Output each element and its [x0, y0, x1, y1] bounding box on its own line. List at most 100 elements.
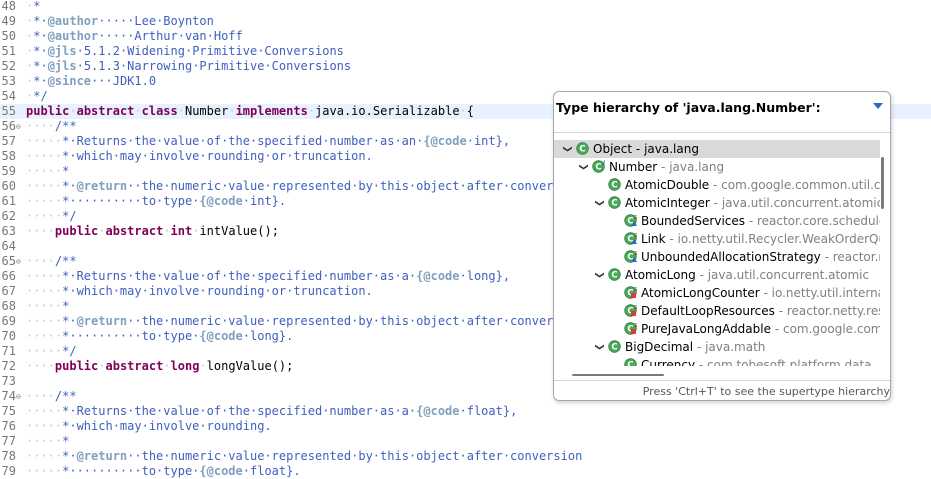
code-line[interactable]: 51 ·*·@jls·5.1.2·Widening·Primitive·Conve… — [0, 44, 931, 59]
type-name: Number — [609, 160, 658, 174]
tree-item-currency[interactable]: C Currency - com.tobesoft.platform.data — [554, 356, 880, 366]
static-final-class-icon: CS — [624, 232, 638, 245]
code-line[interactable]: 53 ·*·@since···JDK1.0 — [0, 74, 931, 89]
line-number: 48 — [1, 0, 16, 13]
popup-footer: Press 'Ctrl+T' to see the supertype hier… — [554, 380, 890, 400]
type-name: UnboundedAllocationStrategy — [641, 250, 821, 264]
tree-item-label: AtomicInteger - java.util.concurrent.ato… — [625, 194, 880, 212]
line-number: 63 — [1, 224, 16, 238]
fold-toggle-icon[interactable]: ⊖ — [16, 389, 24, 404]
code-text: ····public·abstract·int·intValue(); — [26, 224, 279, 238]
code-line[interactable]: 49 ·*·@author·····Lee·Boynton — [0, 14, 931, 29]
code-text: ·*·@jls·5.1.2·Widening·Primitive·Convers… — [26, 44, 344, 58]
tree-item-atomiclong[interactable]: ❯ C AtomicLong - java.util.concurrent.atom… — [554, 266, 880, 284]
tree-item-number[interactable]: ❯CANumber - java.lang — [554, 158, 880, 176]
package-name: com.google.common.util.concurrent — [721, 178, 880, 192]
svg-text:C: C — [595, 163, 601, 173]
tree-item-link[interactable]: CSLink - io.netty.util.Recycler.WeakOrde… — [554, 230, 880, 248]
tree-item-atomicinteger[interactable]: ❯ C AtomicInteger - java.util.concurrent.a… — [554, 194, 880, 212]
expand-chevron-icon[interactable]: ❯ — [590, 198, 608, 208]
code-text: ·····*·Returns·the·value·of·the·specifie… — [26, 269, 511, 283]
tree-item-label: AtomicLong - java.util.concurrent.atomic — [625, 266, 869, 284]
tree-item-purejavalongaddable[interactable]: CSPureJavaLongAddable - com.google.commo… — [554, 320, 880, 338]
code-line[interactable]: 79 ·····*··········to·type·{@code·float}. — [0, 464, 931, 479]
package-name: java.math — [705, 340, 766, 354]
separator: - — [695, 358, 708, 366]
code-text: ·····* — [26, 434, 70, 448]
package-name: java.util.concurrent.atomic — [707, 268, 870, 282]
tree-item-bigdecimal[interactable]: ❯ C BigDecimal - java.math — [554, 338, 880, 356]
line-number: 62 — [1, 209, 16, 223]
view-menu-chevron-icon[interactable] — [873, 103, 883, 109]
tree-item-label: UnboundedAllocationStrategy - reactor.ne… — [641, 248, 880, 266]
line-number: 51 — [1, 44, 16, 58]
expand-chevron-icon[interactable]: ❯ — [558, 144, 576, 154]
package-name: io.netty.util.Recycler.WeakOrderQueue — [677, 232, 880, 246]
line-number: 66 — [1, 269, 16, 283]
code-text: ·····*·Returns·the·value·of·the·specifie… — [26, 404, 518, 418]
tree-item-object[interactable]: ❯ C Object - java.lang — [554, 140, 880, 158]
code-text: ·····*/ — [26, 344, 77, 358]
package-name: reactor.netty.resources — [786, 304, 880, 318]
class-icon: C — [624, 358, 637, 366]
package-name: com.tobesoft.platform.data — [707, 358, 872, 366]
code-line[interactable]: 75 ·····*·Returns·the·value·of·the·specif… — [0, 404, 931, 419]
private-static-final-class-icon: CS — [624, 322, 638, 335]
code-line[interactable]: 48 ·* — [0, 0, 931, 14]
package-name: com.google.common.cache — [782, 322, 880, 336]
code-text: ·····*/ — [26, 209, 77, 223]
code-text: ·····*··········to·type·{@code·float}. — [26, 464, 301, 478]
static-final-class-icon: CS — [624, 250, 638, 263]
code-text: ·*/ — [26, 89, 48, 103]
code-line[interactable]: 50 ·*·@author·····Arthur·van·Hoff — [0, 29, 931, 44]
package-name: java.lang — [644, 142, 699, 156]
class-icon: C — [576, 142, 589, 155]
expand-chevron-icon[interactable]: ❯ — [574, 162, 592, 172]
line-number: 74 — [1, 389, 16, 403]
tree-item-atomicdouble[interactable]: C AtomicDouble - com.google.common.util.c… — [554, 176, 880, 194]
tree-item-label: Link - io.netty.util.Recycler.WeakOrderQ… — [641, 230, 880, 248]
fold-toggle-icon[interactable]: ⊖ — [16, 119, 24, 134]
tree-item-unboundedallocationstrategy[interactable]: CSUnboundedAllocationStrategy - reactor.… — [554, 248, 880, 266]
code-text: ·*·@jls·5.1.3·Narrowing·Primitive·Conver… — [26, 59, 352, 73]
line-number: 49 — [1, 14, 16, 28]
line-number: 55 — [1, 104, 16, 118]
tree-item-label: AtomicLongCounter - io.netty.util.intern… — [641, 284, 880, 302]
type-hierarchy-popup[interactable]: Type hierarchy of 'java.lang.Number': ❯ C… — [553, 91, 891, 401]
tree-item-label: AtomicDouble - com.google.common.util.co… — [625, 176, 880, 194]
separator: - — [632, 142, 645, 156]
tree-item-boundedservices[interactable]: CSBoundedServices - reactor.core.schedul… — [554, 212, 880, 230]
separator: - — [695, 268, 708, 282]
code-line[interactable]: 77 ·····* — [0, 434, 931, 449]
code-line[interactable]: 52 ·*·@jls·5.1.3·Narrowing·Primitive·Conv… — [0, 59, 931, 74]
expand-chevron-icon[interactable]: ❯ — [590, 270, 608, 280]
abstract-class-icon: CA — [592, 160, 608, 173]
svg-text:C: C — [611, 271, 617, 281]
vertical-scrollbar[interactable] — [881, 157, 884, 209]
code-text: public·abstract·class·Number·implements·… — [26, 104, 475, 118]
hierarchy-tree[interactable]: ❯CObject - java.lang❯CANumber - java.lan… — [554, 138, 880, 366]
type-name: PureJavaLongAddable — [641, 322, 771, 336]
code-text: ·····*··········to·type·{@code·int}. — [26, 194, 287, 208]
code-text: ·····* — [26, 164, 70, 178]
fold-toggle-icon[interactable]: ⊖ — [16, 254, 24, 269]
separator: - — [657, 160, 670, 174]
tree-item-atomiclongcounter[interactable]: CSAtomicLongCounter - io.netty.util.inte… — [554, 284, 880, 302]
code-line[interactable]: 78 ·····*·@return··the·numeric·value·repr… — [0, 449, 931, 464]
line-number: 75 — [1, 404, 16, 418]
code-line[interactable]: 76 ·····*·which·may·involve·rounding. — [0, 419, 931, 434]
tree-item-label: PureJavaLongAddable - com.google.common.… — [641, 320, 880, 338]
horizontal-scrollbar[interactable] — [572, 374, 664, 376]
code-text: ·····*·@return··the·numeric·value·repres… — [26, 449, 583, 463]
tree-item-label: Number - java.lang — [609, 158, 724, 176]
code-text: ····/** — [26, 254, 77, 268]
line-number: 56 — [1, 119, 16, 133]
separator: - — [693, 340, 706, 354]
tree-item-defaultloopresources[interactable]: CSDefaultLoopResources - reactor.netty.r… — [554, 302, 880, 320]
line-number: 77 — [1, 434, 16, 448]
line-number: 52 — [1, 59, 16, 73]
separator: - — [759, 286, 772, 300]
expand-chevron-icon[interactable]: ❯ — [590, 342, 608, 352]
package-name: reactor.core.scheduler — [756, 214, 880, 228]
line-number: 76 — [1, 419, 16, 433]
